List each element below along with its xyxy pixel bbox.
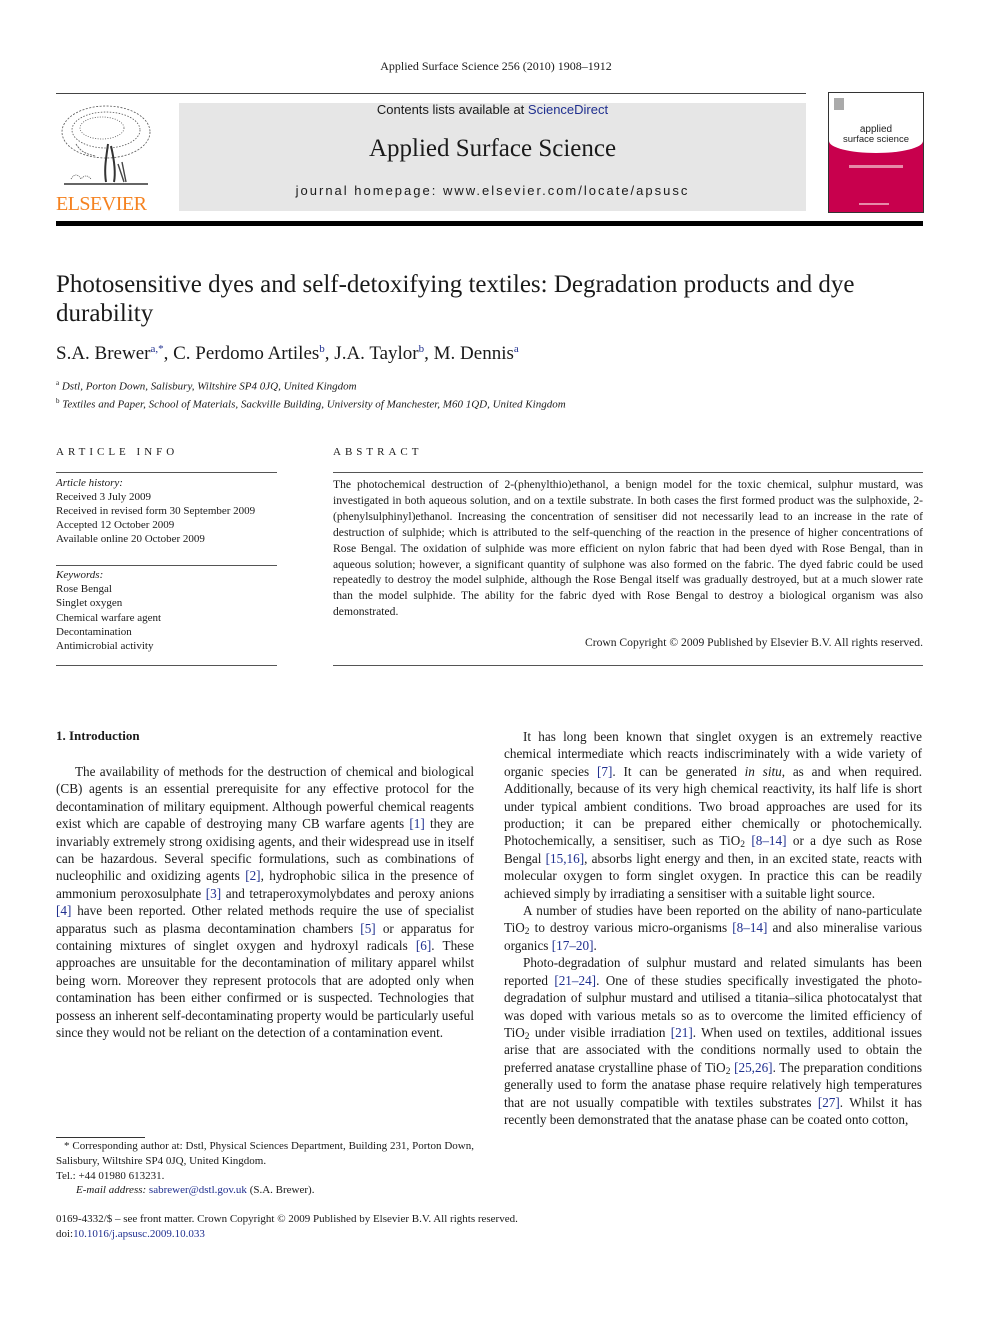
elsevier-wordmark: ELSEVIER (56, 193, 147, 215)
journal-cover-thumbnail[interactable]: applied surface science (828, 92, 924, 213)
affiliation: b Textiles and Paper, School of Material… (56, 394, 566, 412)
keyword: Rose Bengal (56, 583, 112, 596)
header-rule (56, 93, 806, 94)
citation-link[interactable]: [6] (416, 938, 431, 953)
footnotes: * Corresponding author at: Dstl, Physica… (56, 1139, 474, 1198)
keyword: Decontamination (56, 625, 132, 638)
contents-prefix: Contents lists available at (376, 102, 528, 117)
keyword: Singlet oxygen (56, 597, 123, 610)
keyword: Chemical warfare agent (56, 611, 162, 624)
divider (56, 565, 277, 566)
running-head: Applied Surface Science 256 (2010) 1908–… (380, 59, 612, 73)
author-name[interactable]: J.A. Taylor (334, 343, 418, 364)
citation-link[interactable]: [17–20] (552, 938, 594, 953)
author-marks[interactable]: a,* (150, 343, 163, 355)
divider (333, 472, 923, 473)
divider (56, 665, 277, 666)
telephone: Tel.: +44 01980 613231. (56, 1169, 165, 1182)
article-history: Article history: Received 3 July 2009 Re… (56, 476, 296, 546)
section-heading-introduction: 1. Introduction (56, 728, 140, 743)
citation-link[interactable]: [5] (360, 921, 375, 936)
body-column-left: The availability of methods for the dest… (56, 763, 474, 1042)
elsevier-logo[interactable]: ELSEVIER (56, 104, 156, 215)
author-marks[interactable]: b (419, 343, 425, 355)
history-item: Received 3 July 2009 (56, 491, 152, 503)
doi-line: doi:10.1016/j.apsusc.2009.10.033 (56, 1227, 756, 1242)
cover-footer-mark (859, 203, 889, 205)
divider (333, 665, 923, 666)
email-line: E-mail address: sabrewer@dstl.gov.uk (S.… (56, 1183, 474, 1198)
citation-link[interactable]: [25,26] (734, 1060, 772, 1075)
citation-link[interactable]: [2] (245, 868, 260, 883)
subscript: 2 (524, 1031, 530, 1042)
affiliation-text: Dstl, Porton Down, Salisbury, Wiltshire … (61, 380, 357, 393)
keywords: Keywords: Rose Bengal Singlet oxygen Che… (56, 568, 296, 653)
citation-link[interactable]: [8–14] (751, 833, 786, 848)
citation-link[interactable]: [1] (409, 816, 424, 831)
keyword: Antimicrobial activity (56, 640, 154, 653)
masthead-thick-rule (56, 221, 923, 226)
citation-link[interactable]: [8–14] (732, 920, 767, 935)
citation-link[interactable]: [27] (818, 1095, 840, 1110)
italic-text: in situ (744, 763, 782, 779)
doi-link[interactable]: 10.1016/j.apsusc.2009.10.033 (73, 1228, 205, 1240)
paragraph: A number of studies have been reported o… (504, 903, 922, 953)
citation-link[interactable]: [7] (597, 764, 612, 779)
contents-line: Contents lists available at ScienceDirec… (179, 103, 806, 117)
issn-line: 0169-4332/$ – see front matter. Crown Co… (56, 1213, 518, 1225)
affiliation-mark: a (56, 379, 60, 387)
author-name[interactable]: S.A. Brewer (56, 343, 150, 364)
author-name[interactable]: M. Dennis (434, 343, 514, 364)
paragraph: It has long been known that singlet oxyg… (504, 729, 923, 901)
body-column-right: It has long been known that singlet oxyg… (504, 728, 922, 1128)
author-marks[interactable]: b (319, 343, 325, 355)
author-marks[interactable]: a (514, 343, 519, 355)
history-label: Article history: (56, 477, 123, 489)
history-item: Accepted 12 October 2009 (56, 519, 175, 531)
corresponding-author-note: * Corresponding author at: Dstl, Physica… (56, 1140, 474, 1167)
affiliation-mark: b (56, 396, 60, 405)
subscript: 2 (725, 1066, 731, 1077)
journal-homepage[interactable]: journal homepage: www.elsevier.com/locat… (179, 183, 806, 198)
citation-link[interactable]: [4] (56, 903, 71, 918)
history-item: Received in revised form 30 September 20… (56, 505, 256, 517)
citation-link[interactable]: [21] (671, 1025, 693, 1040)
doi-prefix: doi: (56, 1228, 74, 1240)
elsevier-tree-icon (61, 105, 151, 185)
history-item: Available online 20 October 2009 (56, 533, 205, 545)
article-title: Photosensitive dyes and self-detoxifying… (56, 271, 855, 327)
abstract-copyright: Crown Copyright © 2009 Published by Else… (584, 636, 923, 649)
article-info-heading: ARTICLE INFO (56, 446, 179, 458)
author-list: S.A. Brewera,*, C. Perdomo Artilesb, J.A… (56, 343, 519, 364)
cover-subtitle-lines (849, 165, 903, 168)
paragraph: The availability of methods for the dest… (56, 764, 475, 1041)
affiliations: a Dstl, Porton Down, Salisbury, Wiltshir… (56, 376, 566, 411)
citation-link[interactable]: [15,16] (546, 851, 584, 866)
subscript: 2 (740, 840, 745, 851)
cover-publisher-icon (834, 98, 844, 110)
affiliation-text: Textiles and Paper, School of Materials,… (62, 398, 566, 411)
abstract-text: The photochemical destruction of 2-(phen… (333, 478, 923, 619)
footnote-rule (56, 1137, 145, 1138)
divider (56, 472, 277, 473)
email-label: E-mail address: (76, 1184, 149, 1197)
journal-masthead: Contents lists available at ScienceDirec… (179, 103, 806, 211)
keywords-label: Keywords: (56, 569, 104, 581)
journal-name: Applied Surface Science (368, 135, 617, 162)
email-link[interactable]: sabrewer@dstl.gov.uk (149, 1184, 247, 1196)
cover-title-line2: surface science (842, 134, 909, 145)
email-suffix: (S.A. Brewer). (246, 1184, 315, 1197)
author-name[interactable]: C. Perdomo Artiles (173, 343, 319, 364)
abstract-heading: ABSTRACT (333, 446, 423, 458)
sciencedirect-link[interactable]: ScienceDirect (528, 102, 608, 117)
citation-link[interactable]: [21–24] (554, 973, 596, 988)
subscript: 2 (524, 927, 530, 938)
front-matter: 0169-4332/$ – see front matter. Crown Co… (56, 1212, 756, 1242)
citation-link[interactable]: [3] (206, 886, 221, 901)
paragraph: Photo-degradation of sulphur mustard and… (504, 955, 923, 1127)
affiliation: a Dstl, Porton Down, Salisbury, Wiltshir… (56, 376, 566, 394)
